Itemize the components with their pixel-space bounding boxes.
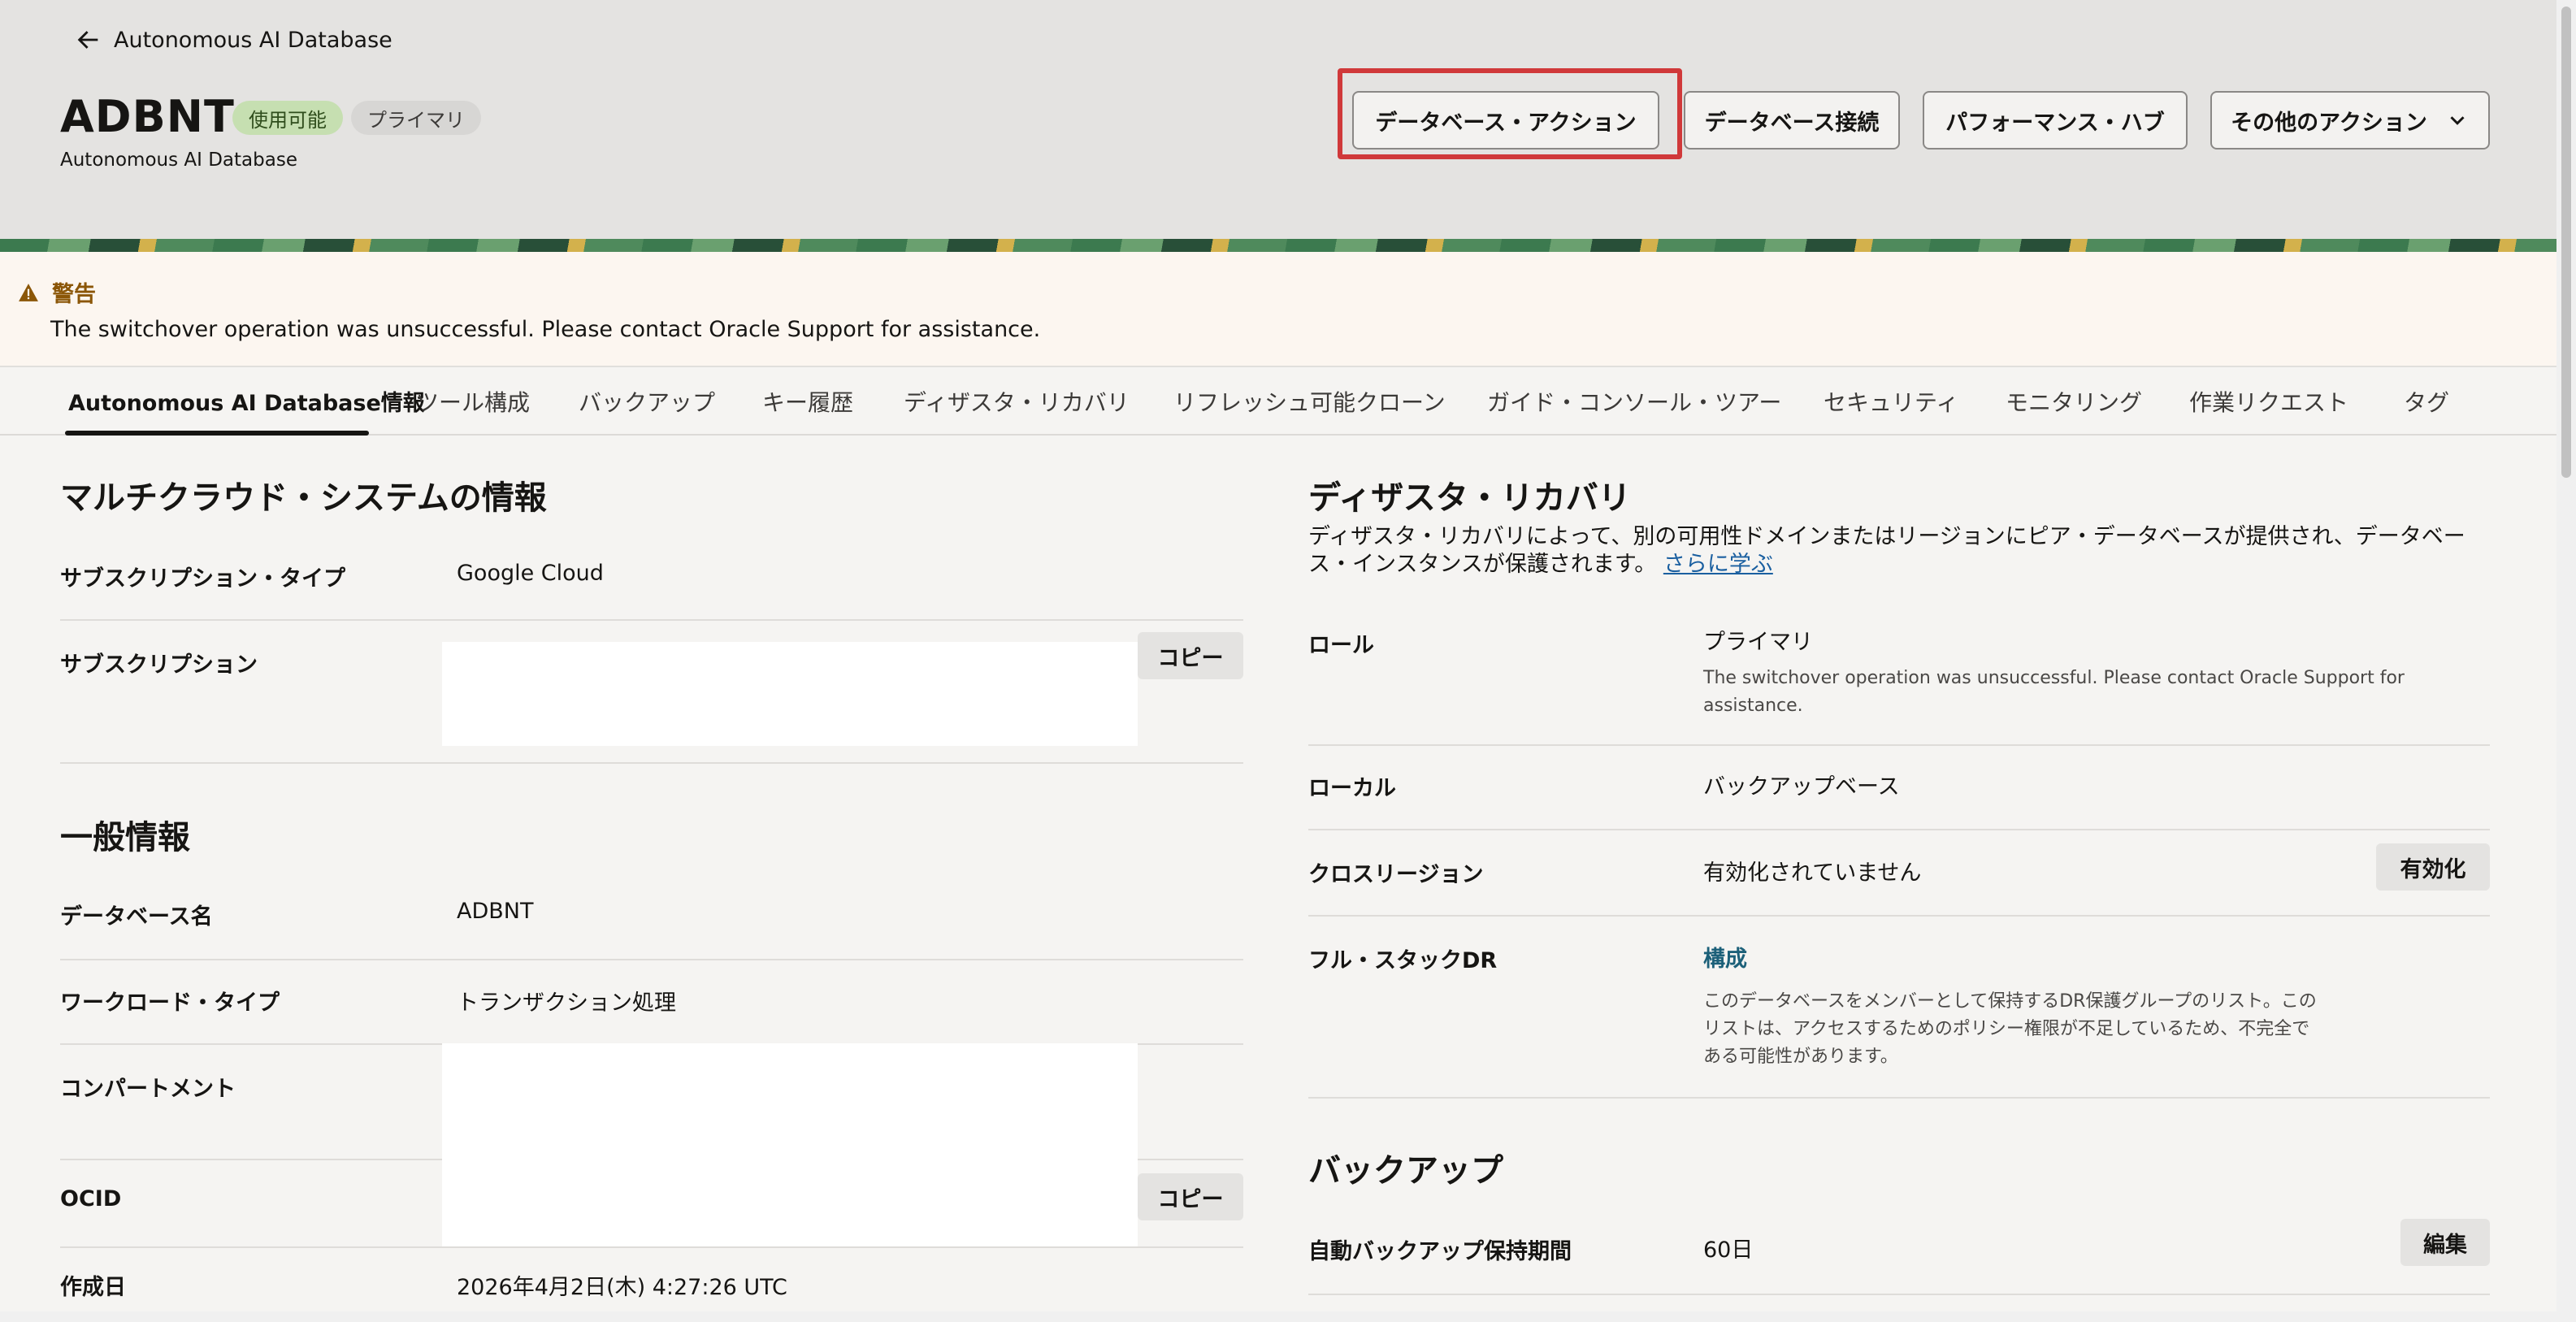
divider	[1308, 1097, 2490, 1099]
full-stack-dr-note-line-1: このデータベースをメンバーとして保持するDR保護グループのリスト。この	[1703, 991, 2317, 1012]
warning-banner: 警告 The switchover operation was unsucces…	[0, 252, 2556, 367]
tab-tool-config[interactable]: ツール構成	[416, 385, 530, 418]
page-title: ADBNT	[60, 91, 235, 142]
tab-tags[interactable]: タグ	[2404, 385, 2449, 418]
back-link[interactable]: Autonomous AI Database	[75, 26, 392, 54]
workload-type-value: トランザクション処理	[457, 990, 676, 1016]
dr-description-line-1: ディザスタ・リカバリによって、別の可用性ドメインまたはリージョンにピア・データベ…	[1308, 524, 2465, 549]
more-actions-label: その他のアクション	[2231, 110, 2427, 136]
tab-backup[interactable]: バックアップ	[579, 385, 715, 418]
tab-refreshable-clone[interactable]: リフレッシュ可能クローン	[1173, 385, 1446, 418]
page-root: Autonomous AI Database ADBNT 使用可能 プライマリ …	[0, 0, 2576, 1322]
copy-ocid-button[interactable]: コピー	[1138, 1173, 1243, 1220]
divider	[1308, 1294, 2490, 1295]
tab-security[interactable]: セキュリティ	[1824, 385, 1958, 418]
horizontal-scrollbar[interactable]	[0, 1311, 2556, 1322]
divider	[1308, 829, 2490, 830]
divider	[1138, 1159, 1243, 1160]
edit-backup-retention-button[interactable]: 編集	[2400, 1219, 2490, 1266]
subscription-value-redacted	[442, 642, 1138, 746]
cross-region-label: クロスリージョン	[1308, 862, 1484, 887]
backup-section-title: バックアップ	[1308, 1152, 1503, 1190]
general-info-section-title: 一般情報	[60, 819, 190, 856]
tab-work-requests[interactable]: 作業リクエスト	[2189, 385, 2348, 418]
db-name-label: データベース名	[60, 904, 213, 930]
dr-description-line-2: ス・インスタンスが保護されます。	[1308, 552, 1657, 577]
dr-description: ディザスタ・リカバリによって、別の可用性ドメインまたはリージョンにピア・データベ…	[1308, 523, 2465, 579]
divider	[1308, 744, 2490, 746]
vertical-scrollbar[interactable]	[2556, 0, 2576, 1322]
tab-adb-info[interactable]: Autonomous AI Database情報	[68, 385, 425, 417]
divider	[60, 762, 1243, 764]
subscription-type-value: Google Cloud	[457, 561, 604, 586]
compartment-ocid-redacted	[442, 1043, 1138, 1246]
divider	[60, 1159, 442, 1160]
role-note-line-2: assistance.	[1703, 696, 1803, 716]
subscription-label: サブスクリプション	[60, 652, 258, 678]
role-badge: プライマリ	[351, 101, 481, 135]
performance-hub-button[interactable]: パフォーマンス・ハブ	[1923, 91, 2188, 150]
dr-description-line-2-row: ス・インスタンスが保護されます。 さらに学ぶ	[1308, 551, 2465, 579]
tab-disaster-recovery[interactable]: ディザスタ・リカバリ	[904, 385, 1130, 418]
created-value: 2026年4月2日(木) 4:27:26 UTC	[457, 1275, 787, 1300]
more-actions-button[interactable]: その他のアクション	[2210, 91, 2490, 150]
backup-retention-value: 60日	[1703, 1237, 1754, 1263]
ocid-label: OCID	[60, 1186, 122, 1211]
workload-type-label: ワークロード・タイプ	[60, 990, 280, 1016]
multicloud-section-title: マルチクラウド・システムの情報	[60, 479, 547, 517]
local-label: ローカル	[1308, 776, 1396, 801]
role-note: The switchover operation was unsuccessfu…	[1703, 665, 2405, 720]
warning-message: The switchover operation was unsuccessfu…	[50, 317, 1041, 342]
role-value: プライマリ	[1703, 630, 1813, 655]
divider	[60, 959, 1243, 960]
arrow-left-icon	[77, 31, 98, 49]
back-link-label: Autonomous AI Database	[114, 27, 392, 53]
cross-region-value: 有効化されていません	[1703, 860, 1922, 886]
tab-guided-tour[interactable]: ガイド・コンソール・ツアー	[1487, 385, 1781, 418]
divider	[1308, 915, 2490, 917]
warning-triangle-icon	[19, 283, 38, 301]
database-connection-button[interactable]: データベース接続	[1684, 91, 1900, 150]
full-stack-dr-note-line-2: リストは、アクセスするためのポリシー権限が不足しているため、不完全で	[1703, 1019, 2310, 1039]
page-header: Autonomous AI Database ADBNT 使用可能 プライマリ …	[0, 0, 2556, 239]
tab-key-history[interactable]: キー履歴	[762, 385, 853, 418]
enable-cross-region-button[interactable]: 有効化	[2376, 843, 2490, 891]
warning-heading: 警告	[18, 276, 96, 308]
tab-monitoring[interactable]: モニタリング	[2006, 385, 2142, 418]
role-label: ロール	[1308, 633, 1374, 658]
page-subtitle: Autonomous AI Database	[60, 150, 297, 171]
backup-retention-label: 自動バックアップ保持期間	[1308, 1239, 1572, 1264]
divider	[60, 1246, 1243, 1248]
full-stack-dr-configure-link[interactable]: 構成	[1703, 941, 1747, 973]
local-value: バックアップベース	[1703, 774, 1900, 800]
full-stack-dr-note-line-3: ある可能性があります。	[1703, 1047, 1898, 1067]
learn-more-link[interactable]: さらに学ぶ	[1663, 552, 1773, 577]
divider	[60, 619, 1243, 621]
warning-title: 警告	[52, 282, 96, 307]
scrollbar-thumb[interactable]	[2561, 7, 2571, 478]
status-badge: 使用可能	[232, 101, 343, 135]
created-label: 作成日	[60, 1275, 126, 1300]
compartment-label: コンパートメント	[60, 1077, 236, 1102]
role-note-line-1: The switchover operation was unsuccessfu…	[1703, 668, 2405, 688]
full-stack-dr-note: このデータベースをメンバーとして保持するDR保護グループのリスト。この リストは…	[1703, 988, 2317, 1071]
subscription-type-label: サブスクリプション・タイプ	[60, 566, 345, 592]
chevron-down-icon	[2450, 116, 2465, 125]
tab-bar: Autonomous AI Database情報 ツール構成 バックアップ キー…	[0, 367, 2556, 436]
dr-section-title: ディザスタ・リカバリ	[1308, 479, 1631, 517]
database-actions-button[interactable]: データベース・アクション	[1352, 91, 1659, 150]
active-tab-indicator	[65, 431, 369, 436]
header-banner-image	[0, 239, 2556, 252]
db-name-value: ADBNT	[457, 899, 534, 924]
copy-subscription-button[interactable]: コピー	[1138, 632, 1243, 679]
full-stack-dr-label: フル・スタックDR	[1308, 948, 1498, 973]
